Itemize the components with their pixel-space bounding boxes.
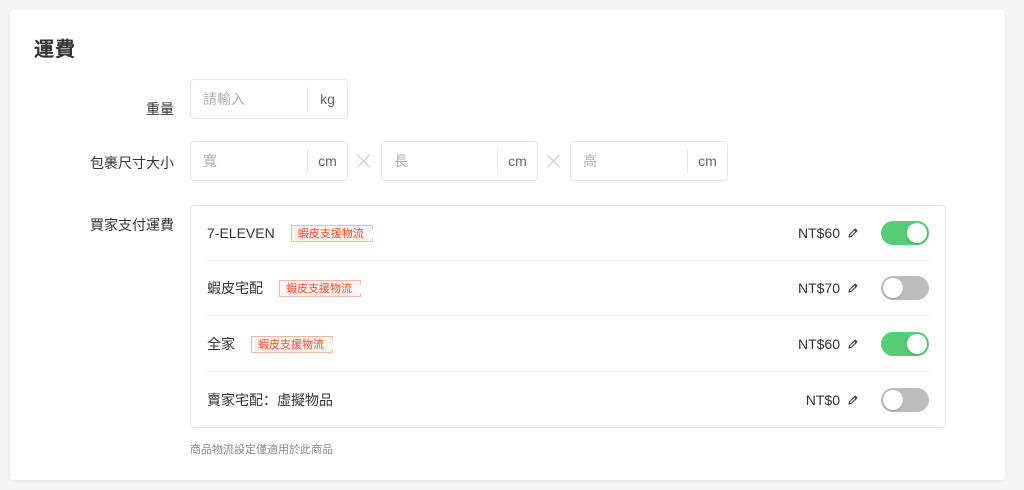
- weight-placeholder: 請輸入: [203, 91, 245, 107]
- list-item: 7-ELEVEN 蝦皮支援物流 NT$60: [207, 206, 929, 261]
- weight-unit: kg: [307, 87, 347, 111]
- supported-logistics-badge: 蝦皮支援物流: [290, 224, 373, 242]
- package-width-unit: cm: [307, 149, 347, 173]
- shipping-options-label: 買家支付運費: [90, 217, 174, 233]
- list-item: 賣家宅配：虛擬物品 NT$0: [207, 372, 929, 427]
- supported-logistics-badge: 蝦皮支援物流: [279, 279, 361, 297]
- package-height-placeholder: 高: [583, 153, 597, 169]
- weight-input[interactable]: 請輸入 kg: [190, 79, 348, 119]
- list-item: 蝦皮宅配 蝦皮支援物流 NT$70: [207, 261, 929, 316]
- footnote: 商品物流設定僅適用於此商品: [190, 444, 333, 456]
- pencil-icon[interactable]: [847, 227, 859, 239]
- pencil-icon[interactable]: [847, 338, 859, 350]
- package-size-label: 包裹尺寸大小: [90, 155, 174, 171]
- shipping-name: 7-ELEVEN: [207, 225, 275, 241]
- shipping-name: 全家: [207, 336, 235, 352]
- package-width-placeholder: 寬: [203, 153, 217, 169]
- package-width-input[interactable]: 寬 cm: [190, 141, 348, 181]
- section-title: 運費: [34, 39, 76, 61]
- shipping-price: NT$60: [797, 336, 840, 352]
- weight-label: 重量: [146, 101, 174, 117]
- supported-logistics-badge: 蝦皮支援物流: [251, 335, 333, 353]
- list-item: 全家 蝦皮支援物流 NT$60: [207, 317, 929, 372]
- shipping-toggle[interactable]: [881, 221, 929, 245]
- package-length-unit: cm: [497, 149, 537, 173]
- shipping-price: NT$60: [797, 225, 840, 241]
- times-icon: [357, 154, 371, 168]
- package-length-input[interactable]: 長 cm: [381, 141, 538, 181]
- shipping-toggle[interactable]: [881, 387, 929, 412]
- shipping-options-list: 7-ELEVEN 蝦皮支援物流 NT$60 蝦皮宅配 蝦皮支援物流 NT$70 …: [190, 205, 946, 428]
- package-height-input[interactable]: 高 cm: [570, 141, 728, 181]
- shipping-toggle[interactable]: [881, 332, 929, 356]
- shipping-price: NT$0: [805, 391, 840, 408]
- toggle-knob: [907, 334, 927, 354]
- pencil-icon[interactable]: [847, 282, 859, 294]
- times-icon: [547, 154, 561, 168]
- shipping-price: NT$70: [797, 280, 840, 296]
- toggle-knob: [883, 278, 903, 298]
- shipping-name: 蝦皮宅配: [207, 280, 263, 296]
- toggle-knob: [883, 389, 903, 410]
- pencil-icon[interactable]: [847, 394, 859, 406]
- shipping-toggle[interactable]: [881, 276, 929, 300]
- shipping-fee-card: 運費 重量 請輸入 kg 包裹尺寸大小 寬 cm 長 cm 高 cm 買家支付運…: [10, 10, 1005, 480]
- toggle-knob: [907, 223, 927, 243]
- package-length-placeholder: 長: [394, 153, 408, 169]
- shipping-name: 賣家宅配：虛擬物品: [207, 391, 333, 408]
- package-height-unit: cm: [687, 149, 727, 173]
